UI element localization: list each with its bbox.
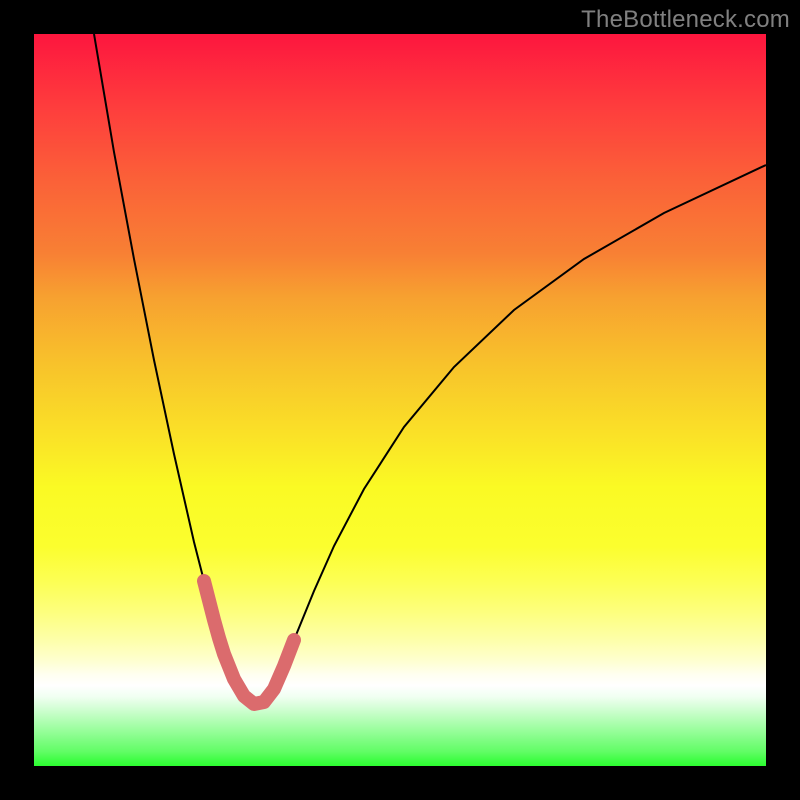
highlight-band-path [204, 581, 294, 704]
bottleneck-curve-path [94, 34, 766, 704]
gradient-plot-area [34, 34, 766, 766]
watermark-text: TheBottleneck.com [581, 6, 790, 34]
curve-svg [34, 34, 766, 766]
